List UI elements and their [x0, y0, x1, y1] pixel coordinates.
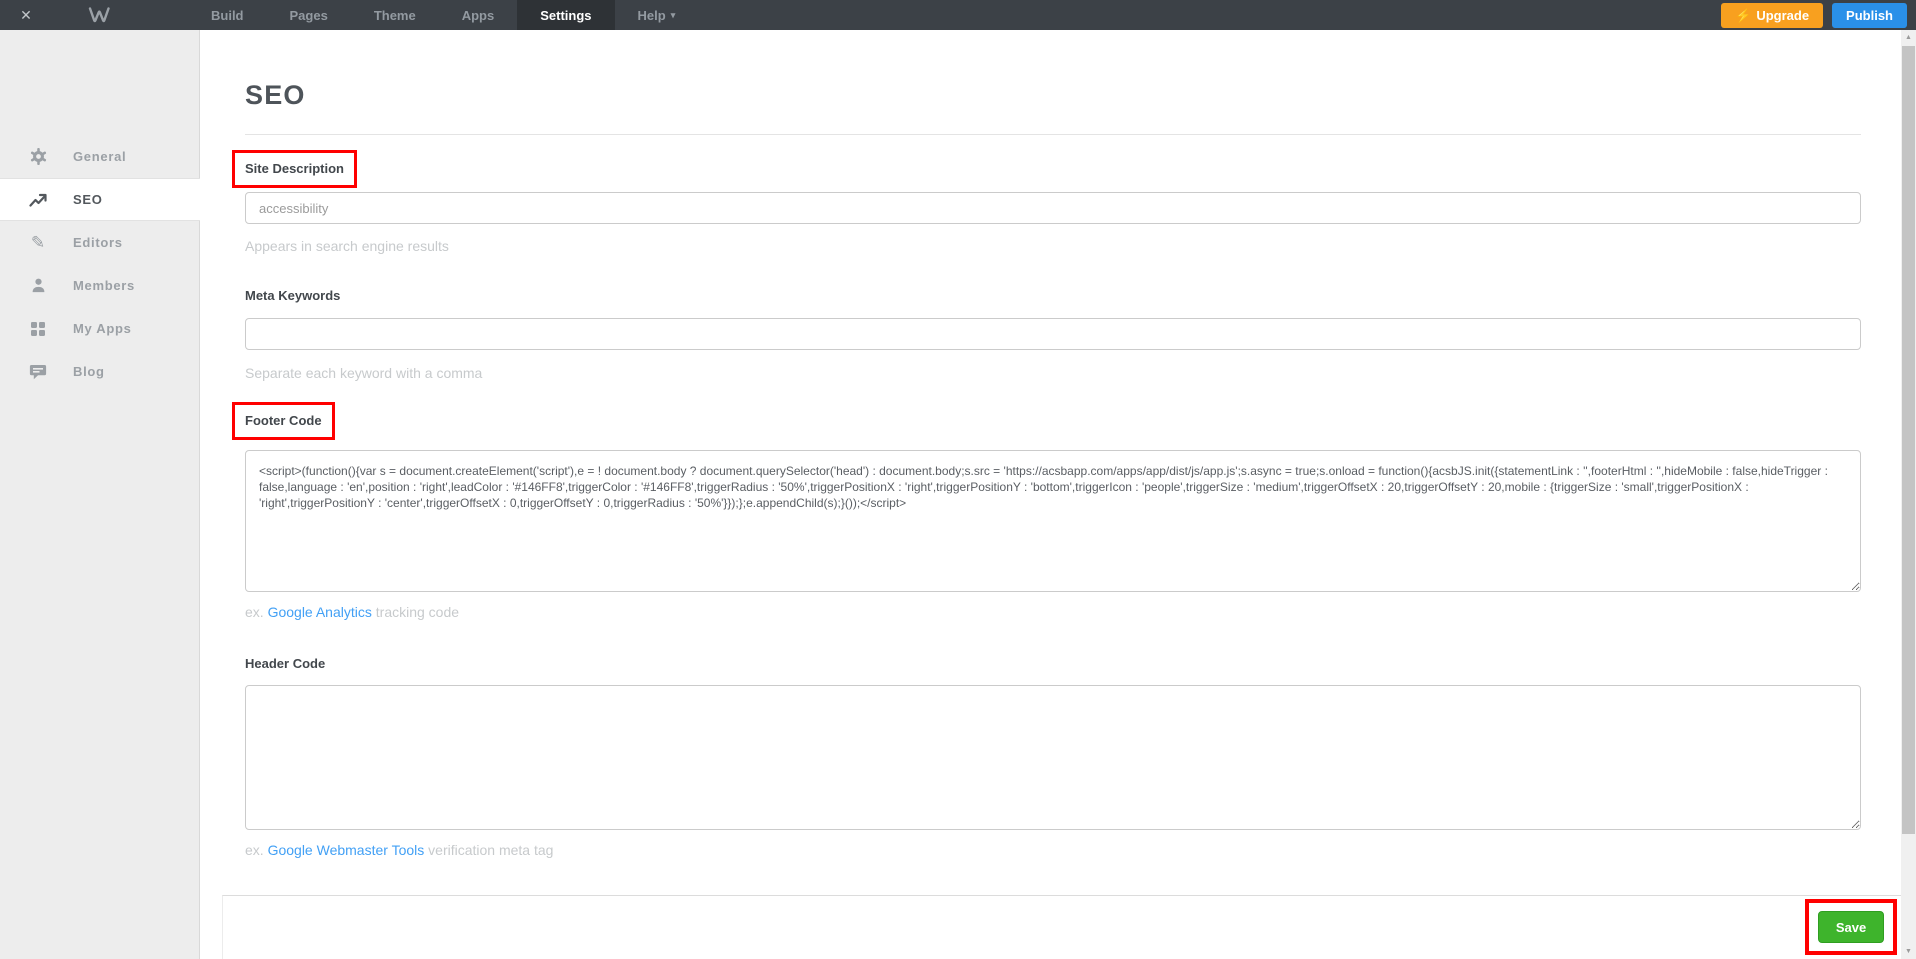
nav-build[interactable]: Build: [188, 0, 267, 30]
footer-code-label: Footer Code: [245, 413, 322, 428]
sidebar-item-label: General: [73, 149, 126, 164]
publish-button[interactable]: Publish: [1832, 3, 1907, 28]
person-icon: [27, 277, 49, 294]
nav-apps[interactable]: Apps: [439, 0, 518, 30]
highlight-box-site-description: Site Description: [232, 150, 357, 188]
google-analytics-link[interactable]: Google Analytics: [268, 604, 372, 620]
header-code-helper-prefix: ex.: [245, 842, 268, 858]
title-divider: [245, 134, 1861, 135]
meta-keywords-input[interactable]: [245, 318, 1861, 350]
weebly-w-icon: [88, 6, 112, 24]
grid-icon: [27, 321, 49, 337]
top-nav-menu: Build Pages Theme Apps Settings Help ▾: [188, 0, 698, 30]
footer-code-helper: ex. Google Analytics tracking code: [245, 604, 459, 620]
topbar-actions: ⚡ Upgrade Publish: [1721, 0, 1916, 30]
nav-help-label: Help: [638, 8, 666, 23]
nav-settings[interactable]: Settings: [517, 0, 614, 30]
sidebar-item-label: Blog: [73, 364, 105, 379]
sidebar-item-seo[interactable]: SEO: [0, 178, 201, 221]
speech-bubble-icon: [27, 363, 49, 380]
sidebar-item-editors[interactable]: ✎ Editors: [0, 221, 199, 264]
sidebar-item-general[interactable]: General: [0, 135, 199, 178]
trending-up-icon: [27, 192, 49, 208]
sidebar-item-label: Members: [73, 278, 135, 293]
highlight-box-save: Save: [1805, 899, 1897, 955]
vertical-scrollbar[interactable]: ▲ ▼: [1901, 30, 1916, 959]
pencil-icon: ✎: [27, 234, 49, 251]
sidebar-item-members[interactable]: Members: [0, 264, 199, 307]
site-description-label: Site Description: [245, 161, 344, 176]
nav-help[interactable]: Help ▾: [615, 0, 699, 30]
google-webmaster-tools-link[interactable]: Google Webmaster Tools: [268, 842, 425, 858]
site-description-input[interactable]: [245, 192, 1861, 224]
sidebar-item-label: Editors: [73, 235, 123, 250]
sidebar-item-label: My Apps: [73, 321, 132, 336]
meta-keywords-helper: Separate each keyword with a comma: [245, 365, 482, 381]
nav-pages[interactable]: Pages: [267, 0, 351, 30]
caret-down-icon: ▾: [671, 11, 676, 20]
meta-keywords-label: Meta Keywords: [245, 288, 340, 303]
header-code-label: Header Code: [245, 656, 325, 671]
sidebar-item-label: SEO: [73, 192, 103, 207]
settings-sidebar: General SEO ✎ Editors Members: [0, 30, 200, 959]
footer-code-textarea[interactable]: <script>(function(){var s = document.cre…: [245, 450, 1861, 592]
header-code-helper-suffix: verification meta tag: [424, 842, 553, 858]
save-button[interactable]: Save: [1818, 911, 1884, 943]
scroll-down-icon[interactable]: ▼: [1901, 948, 1916, 955]
header-code-textarea[interactable]: [245, 685, 1861, 830]
sidebar-item-blog[interactable]: Blog: [0, 350, 199, 393]
footer-code-helper-prefix: ex.: [245, 604, 268, 620]
save-bar: Save: [222, 895, 1901, 959]
close-icon[interactable]: ✕: [0, 0, 52, 30]
weebly-settings-page: ✕ Build Pages Theme Apps Settings Help ▾…: [0, 0, 1916, 959]
scroll-up-icon[interactable]: ▲: [1901, 34, 1916, 41]
upgrade-button-label: Upgrade: [1756, 8, 1809, 23]
footer-code-helper-suffix: tracking code: [372, 604, 459, 620]
seo-settings-panel: SEO Site Description Appears in search e…: [200, 30, 1901, 959]
nav-theme[interactable]: Theme: [351, 0, 439, 30]
upgrade-button[interactable]: ⚡ Upgrade: [1721, 3, 1823, 28]
sidebar-item-my-apps[interactable]: My Apps: [0, 307, 199, 350]
weebly-logo[interactable]: [88, 0, 112, 30]
header-code-helper: ex. Google Webmaster Tools verification …: [245, 842, 553, 858]
scrollbar-thumb[interactable]: [1902, 46, 1915, 834]
lightning-bolt-icon: ⚡: [1735, 9, 1751, 22]
top-navigation-bar: ✕ Build Pages Theme Apps Settings Help ▾…: [0, 0, 1916, 30]
gear-icon: [27, 148, 49, 165]
site-description-helper: Appears in search engine results: [245, 238, 449, 254]
highlight-box-footer-code: Footer Code: [232, 402, 335, 440]
page-title: SEO: [245, 80, 306, 111]
